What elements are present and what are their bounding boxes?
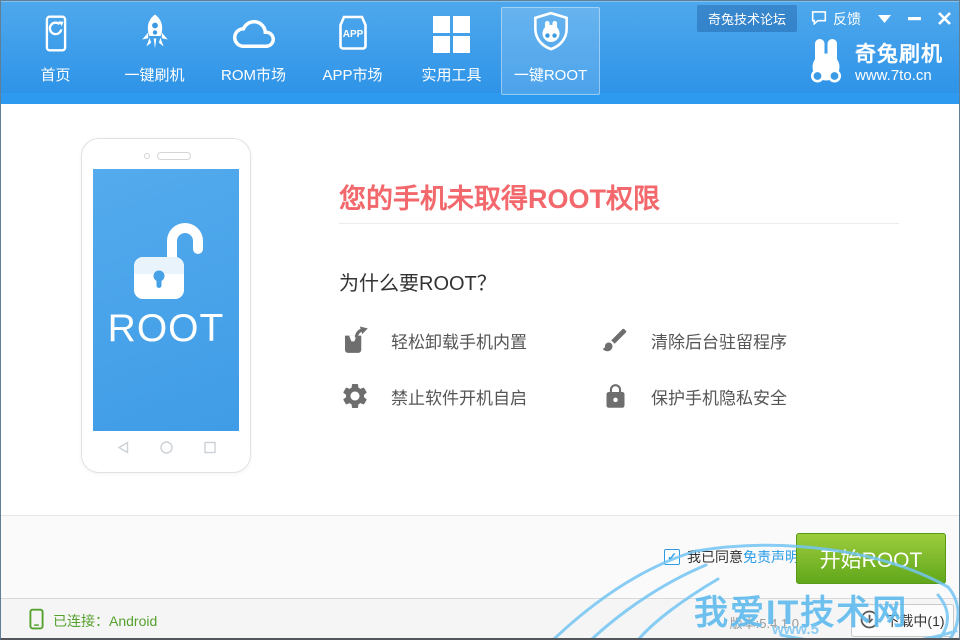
phone-camera-dot bbox=[144, 153, 150, 159]
nav-label: 一键刷机 bbox=[124, 64, 184, 85]
nav-item-app[interactable]: APP APP市场 bbox=[303, 7, 402, 95]
uninstall-icon bbox=[339, 325, 371, 355]
speech-bubble-icon bbox=[811, 10, 827, 28]
why-root-heading: 为什么要ROOT？ bbox=[339, 267, 497, 296]
phone-screen: ROOT bbox=[93, 169, 239, 431]
disclaimer-link[interactable]: 免责声明 bbox=[743, 547, 799, 567]
main-nav: 首页 一键刷机 bbox=[6, 7, 600, 95]
unlocked-padlock-icon bbox=[122, 219, 210, 308]
download-label: 下载中(1) bbox=[885, 611, 944, 631]
version-label: 版本:5.4.1.0 bbox=[730, 613, 799, 632]
nav-label: ROM市场 bbox=[221, 64, 286, 85]
connection-label: 已连接：Android bbox=[53, 611, 157, 631]
brand-url: www.7to.cn bbox=[855, 67, 943, 84]
nav-label: APP市场 bbox=[322, 64, 382, 85]
titlebar: 奇兔技术论坛 反馈 bbox=[697, 5, 951, 32]
header: 首页 一键刷机 bbox=[1, 1, 959, 104]
four-squares-icon bbox=[432, 8, 472, 59]
minimize-button[interactable] bbox=[908, 17, 921, 21]
feature-autostart: 禁止软件开机自启 bbox=[339, 379, 527, 413]
phone-illustration: ROOT bbox=[81, 138, 251, 473]
close-button[interactable] bbox=[938, 12, 951, 25]
feature-label: 清除后台驻留程序 bbox=[651, 328, 787, 353]
lock-icon bbox=[599, 382, 631, 411]
download-circle-icon bbox=[860, 610, 879, 632]
rocket-icon bbox=[133, 8, 177, 59]
feedback-button[interactable]: 反馈 bbox=[811, 9, 861, 29]
shield-rabbit-icon bbox=[528, 8, 574, 59]
android-recents-icon bbox=[204, 441, 216, 459]
phone-nav-row bbox=[82, 441, 250, 459]
agree-label: 我已同意 bbox=[687, 547, 743, 567]
nav-item-tools[interactable]: 实用工具 bbox=[402, 7, 501, 95]
main-content: ROOT 您的手机未取得ROOT权限 为什么要ROOT？ bbox=[1, 104, 959, 515]
gear-icon bbox=[339, 381, 371, 411]
nav-item-root-active[interactable]: 一键ROOT bbox=[501, 7, 600, 95]
phone-root-label: ROOT bbox=[93, 307, 239, 351]
feature-label: 禁止软件开机自启 bbox=[391, 384, 527, 409]
action-bar: ✓ 我已同意 免责声明 开始ROOT bbox=[1, 515, 959, 598]
nav-item-flash[interactable]: 一键刷机 bbox=[105, 7, 204, 95]
rabbit-logo-icon bbox=[806, 37, 846, 90]
android-home-icon bbox=[160, 441, 173, 459]
feature-privacy: 保护手机隐私安全 bbox=[599, 379, 787, 413]
nav-label: 首页 bbox=[40, 64, 70, 85]
nav-label: 一键ROOT bbox=[514, 64, 587, 85]
nav-label: 实用工具 bbox=[421, 64, 481, 85]
phone-speaker-slot bbox=[157, 152, 191, 160]
divider bbox=[339, 223, 899, 224]
app-window: 首页 一键刷机 bbox=[0, 0, 960, 640]
feature-label: 轻松卸载手机内置 bbox=[391, 328, 527, 353]
agree-checkbox[interactable]: ✓ bbox=[664, 549, 680, 565]
cloud-icon bbox=[226, 8, 282, 59]
brand-name: 奇兔刷机 bbox=[855, 43, 943, 67]
brush-icon bbox=[599, 325, 631, 355]
feature-label: 保护手机隐私安全 bbox=[651, 384, 787, 409]
feedback-label: 反馈 bbox=[833, 9, 861, 29]
brand-logo: 奇兔刷机 www.7to.cn bbox=[806, 37, 943, 90]
android-back-icon bbox=[117, 441, 129, 459]
brand-text: 奇兔刷机 www.7to.cn bbox=[855, 43, 943, 84]
app-bag-icon: APP bbox=[331, 8, 375, 59]
home-refresh-phone-icon bbox=[36, 8, 76, 59]
download-manager-button[interactable]: 下载中(1) bbox=[851, 604, 954, 637]
nav-item-home[interactable]: 首页 bbox=[6, 7, 105, 95]
forum-button[interactable]: 奇兔技术论坛 bbox=[697, 5, 797, 32]
feature-uninstall: 轻松卸载手机内置 bbox=[339, 323, 527, 357]
nav-item-rom[interactable]: ROM市场 bbox=[204, 7, 303, 95]
status-bar: 已连接：Android 版本:5.4.1.0 下载中(1) bbox=[1, 598, 959, 638]
page-title: 您的手机未取得ROOT权限 bbox=[339, 177, 660, 216]
dropdown-caret-button[interactable] bbox=[878, 15, 891, 23]
feature-clean: 清除后台驻留程序 bbox=[599, 323, 787, 357]
app-bag-icon-text: APP bbox=[342, 29, 363, 40]
green-phone-icon bbox=[29, 608, 44, 633]
connection-status: 已连接：Android bbox=[29, 608, 157, 633]
start-root-button[interactable]: 开始ROOT bbox=[796, 533, 946, 584]
agree-row: ✓ 我已同意 免责声明 bbox=[664, 547, 799, 567]
